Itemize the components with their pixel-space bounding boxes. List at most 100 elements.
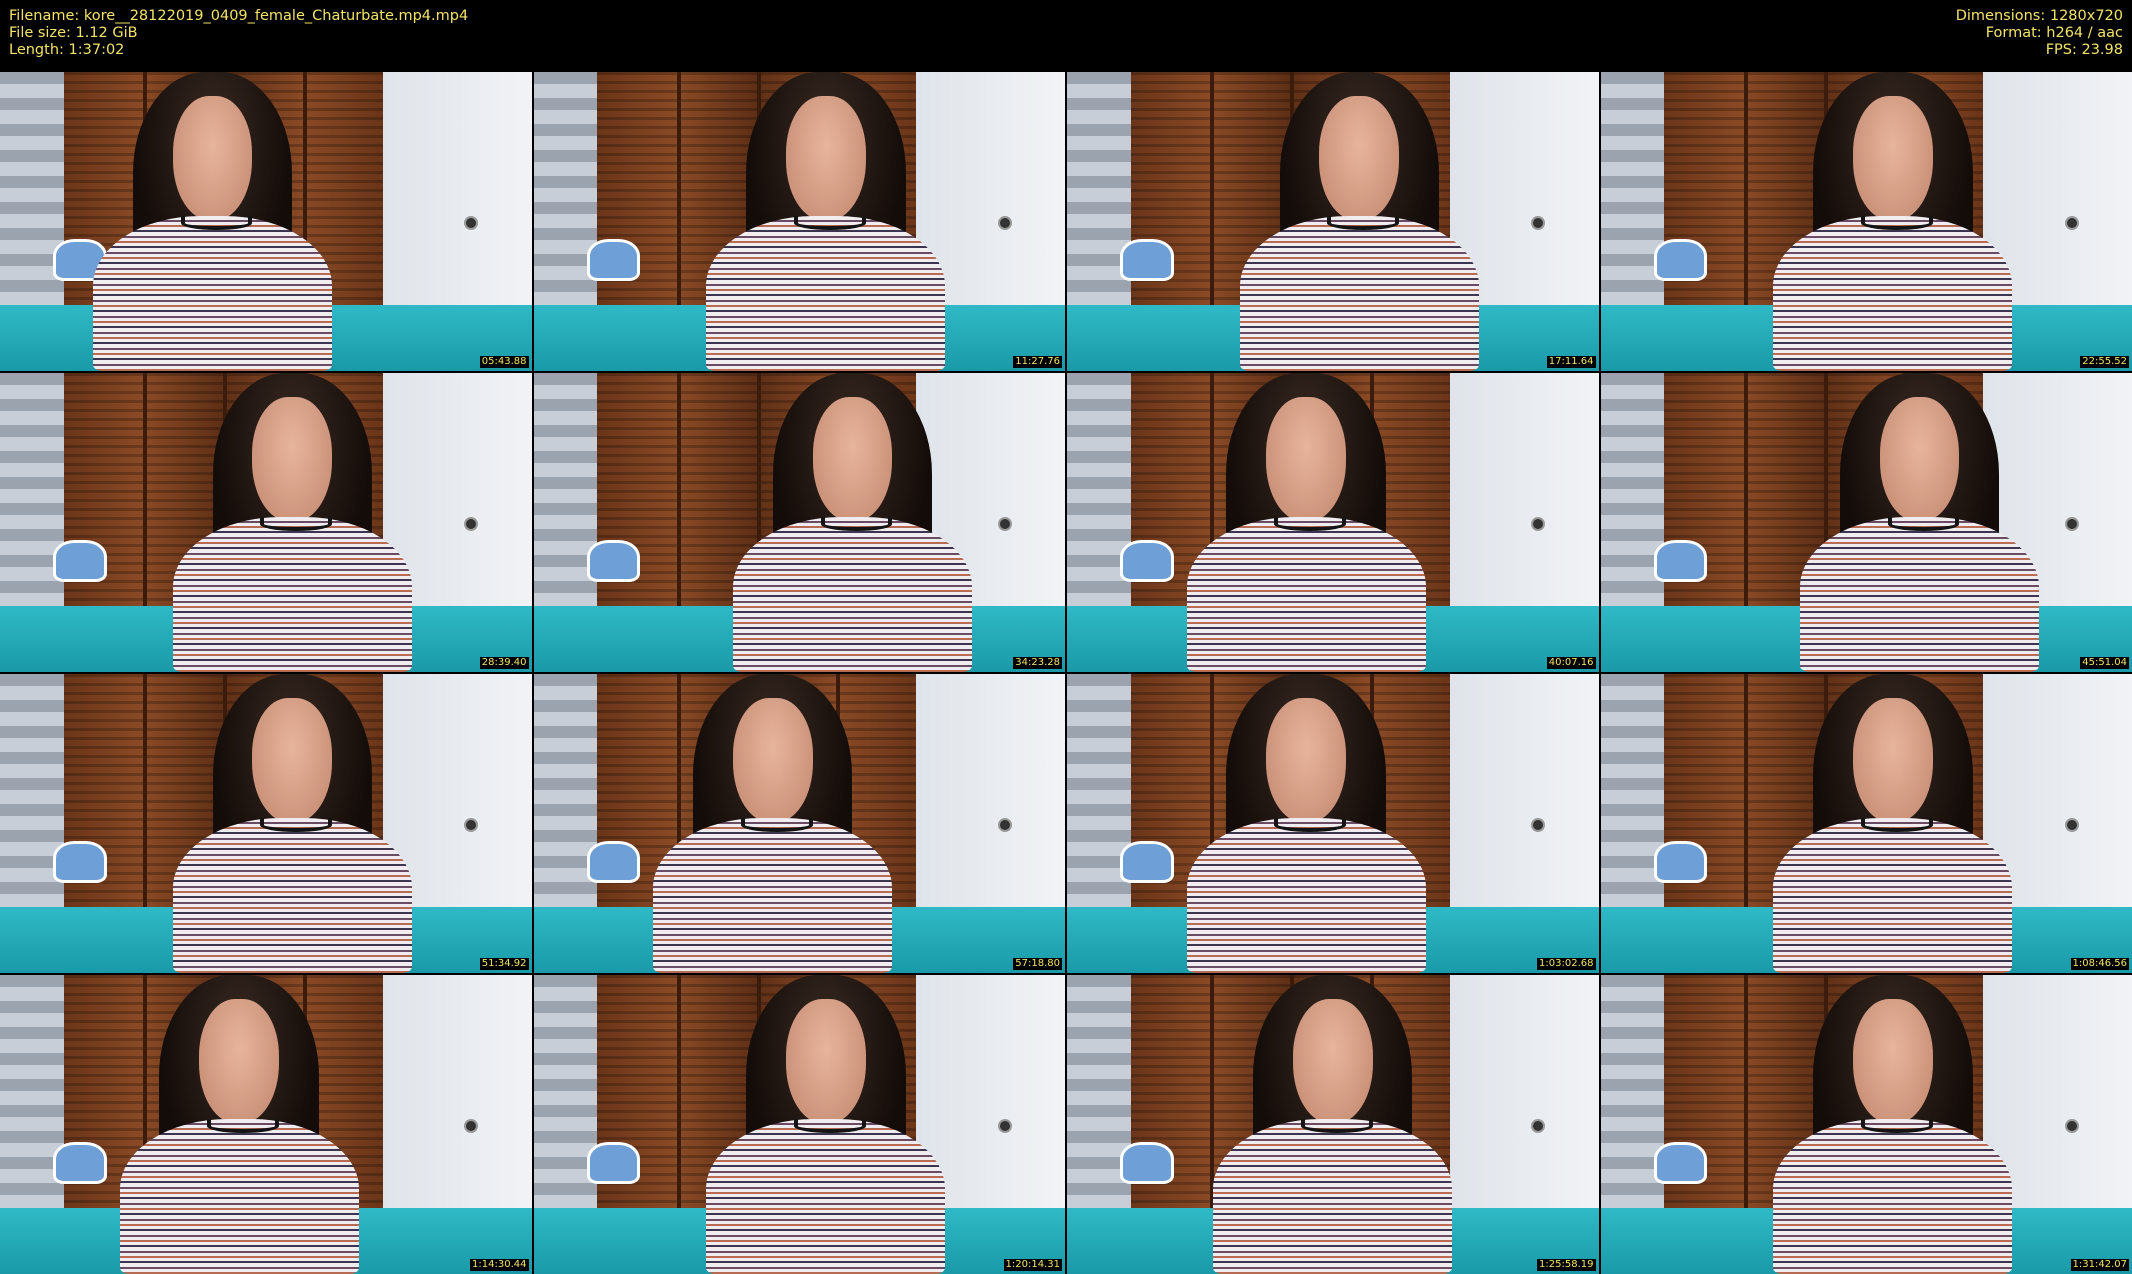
thumbnail: 1:08:46.56: [1600, 674, 2132, 973]
thumbnail: 1:31:42.07: [1600, 975, 2132, 1274]
person: [693, 72, 959, 371]
door-knob: [2064, 817, 2079, 832]
thumbnail: 34:23.28: [533, 373, 1065, 672]
length-text: Length: 1:37:02: [9, 42, 125, 58]
person: [1173, 674, 1439, 973]
door-knob: [1531, 516, 1546, 531]
fps-text: FPS: 23.98: [2045, 42, 2123, 58]
pillow: [1653, 1142, 1708, 1185]
face: [1852, 95, 1933, 222]
pillow: [1653, 239, 1708, 282]
timestamp-label: 40:07.16: [1546, 657, 1596, 669]
face: [1292, 998, 1373, 1125]
face: [1852, 998, 1933, 1125]
shirt-collar: [1860, 215, 1933, 230]
face: [252, 697, 333, 824]
face: [172, 95, 253, 222]
pillow: [586, 1142, 641, 1185]
timestamp-label: 1:03:02.68: [1537, 958, 1596, 970]
striped-shirt: [1799, 516, 2039, 672]
pillow: [586, 841, 641, 884]
striped-shirt: [1773, 215, 2013, 371]
person: [159, 674, 425, 973]
person: [693, 975, 959, 1274]
timestamp-label: 45:51.04: [2080, 657, 2129, 669]
person: [1760, 674, 2026, 973]
door-knob: [2064, 215, 2079, 230]
door-knob: [464, 215, 479, 230]
shirt-collar: [260, 516, 333, 531]
striped-shirt: [119, 1118, 359, 1274]
person: [80, 72, 346, 371]
thumbnail: 28:39.40: [0, 373, 532, 672]
face: [1266, 396, 1347, 523]
face: [199, 998, 280, 1125]
timestamp-label: 1:25:58.19: [1537, 1259, 1596, 1271]
pillow: [1120, 841, 1174, 884]
person: [1760, 975, 2026, 1274]
shirt-collar: [1860, 1118, 1933, 1133]
door-knob: [2064, 516, 2079, 531]
face: [785, 998, 866, 1125]
person: [1226, 72, 1492, 371]
door-knob: [997, 516, 1012, 531]
striped-shirt: [1773, 817, 2013, 973]
striped-shirt: [732, 516, 972, 672]
format-text: Format: h264 / aac: [1985, 25, 2123, 41]
person: [106, 975, 372, 1274]
striped-shirt: [1773, 1118, 2013, 1274]
striped-shirt: [706, 1118, 946, 1274]
thumbnail: 1:25:58.19: [1067, 975, 1599, 1274]
shirt-collar: [1274, 817, 1347, 832]
person: [1787, 373, 2053, 672]
timestamp-label: 11:27.76: [1013, 356, 1062, 368]
striped-shirt: [1213, 1118, 1453, 1274]
door-knob: [997, 1118, 1012, 1133]
pillow: [1120, 239, 1174, 282]
filename-text: Filename: kore__28122019_0409_female_Cha…: [9, 8, 469, 24]
thumbnail: 57:18.80: [533, 674, 1065, 973]
striped-shirt: [1186, 817, 1426, 973]
thumbnail: 1:14:30.44: [0, 975, 532, 1274]
striped-shirt: [1186, 516, 1426, 672]
thumbnail-grid: 05:43.88 11:27.76 17:11.64 22:55.52 28:39.40…: [0, 72, 2132, 1274]
striped-shirt: [172, 516, 412, 672]
timestamp-label: 1:20:14.31: [1003, 1259, 1062, 1271]
thumbnail: 17:11.64: [1067, 72, 1599, 371]
pillow: [586, 540, 641, 583]
timestamp-label: 28:39.40: [479, 657, 529, 669]
door-knob: [464, 817, 479, 832]
pillow: [1653, 540, 1708, 583]
person: [1200, 975, 1466, 1274]
shirt-collar: [1860, 817, 1933, 832]
face: [252, 396, 333, 523]
file-info: Filename: kore__28122019_0409_female_Cha…: [9, 8, 468, 59]
thumbnail: 40:07.16: [1067, 373, 1599, 672]
door-knob: [1531, 1118, 1546, 1133]
timestamp-label: 51:34.92: [479, 958, 529, 970]
thumbnail: 1:20:14.31: [533, 975, 1065, 1274]
dimensions-text: Dimensions: 1280x720: [1955, 8, 2123, 24]
thumbnail: 45:51.04: [1600, 373, 2132, 672]
thumbnail: 22:55.52: [1600, 72, 2132, 371]
striped-shirt: [93, 215, 333, 371]
door-knob: [997, 817, 1012, 832]
face: [1266, 697, 1347, 824]
shirt-collar: [793, 1118, 866, 1133]
shirt-collar: [1887, 516, 1960, 531]
shirt-collar: [180, 215, 253, 230]
striped-shirt: [706, 215, 946, 371]
timestamp-label: 05:43.88: [479, 356, 529, 368]
thumbnail: 1:03:02.68: [1067, 674, 1599, 973]
thumbnail: 51:34.92: [0, 674, 532, 973]
timestamp-label: 1:08:46.56: [2070, 958, 2129, 970]
timestamp-label: 1:14:30.44: [470, 1259, 529, 1271]
thumbnail: 05:43.88: [0, 72, 532, 371]
person: [159, 373, 425, 672]
face: [785, 95, 866, 222]
shirt-collar: [260, 817, 333, 832]
pillow: [1653, 841, 1708, 884]
file-size-text: File size: 1.12 GiB: [9, 25, 138, 41]
shirt-collar: [1327, 215, 1400, 230]
timestamp-label: 57:18.80: [1013, 958, 1062, 970]
